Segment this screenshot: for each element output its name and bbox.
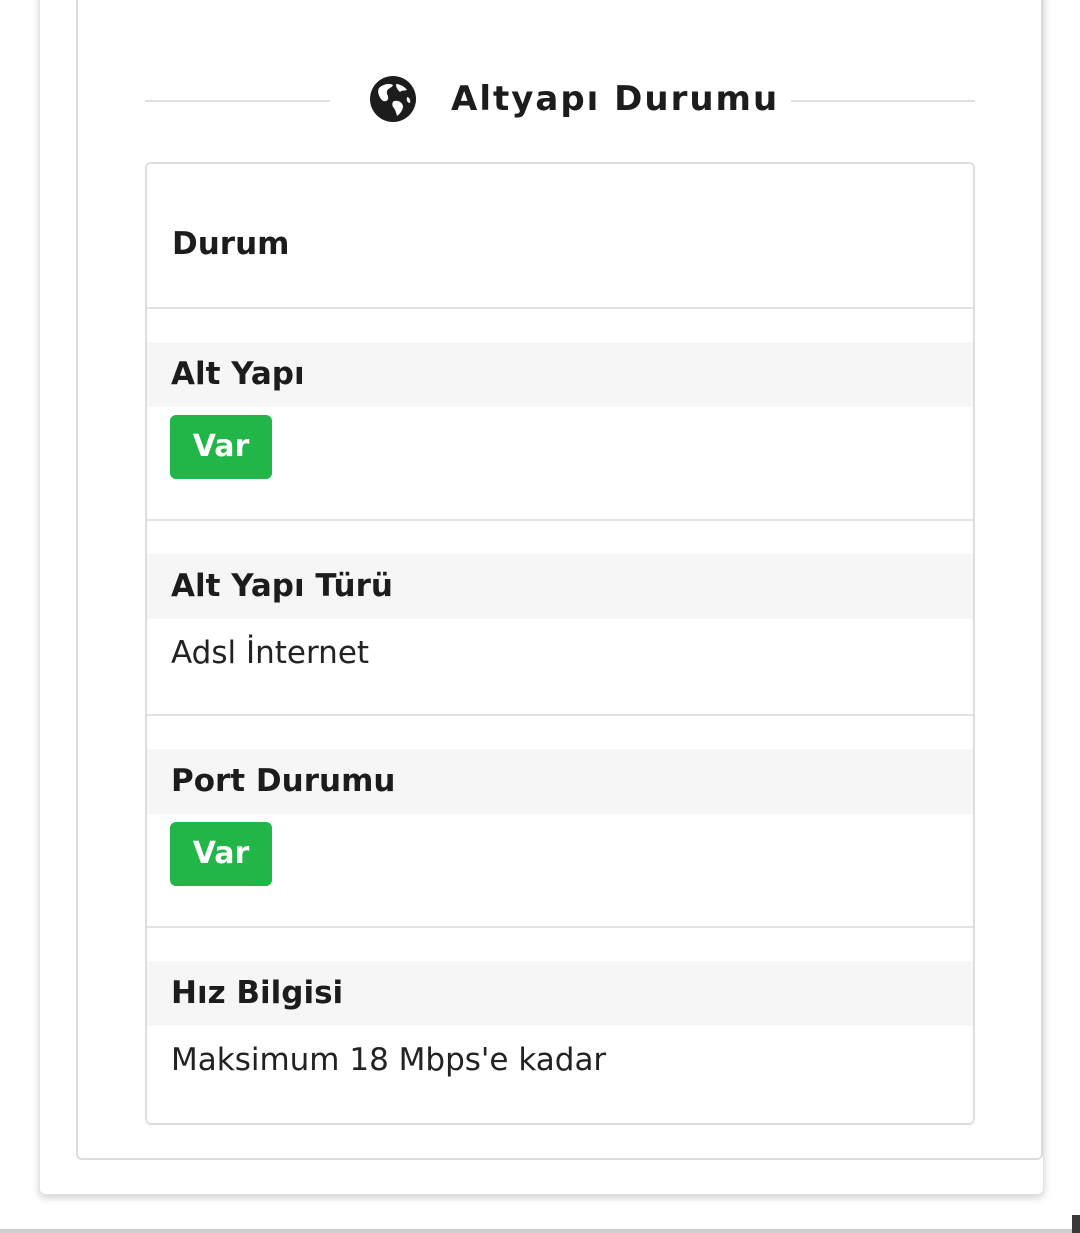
row-label: Hız Bilgisi [147, 961, 973, 1026]
scrollbar-thumb[interactable] [1072, 1215, 1080, 1233]
row-label: Port Durumu [147, 749, 973, 814]
row-label: Alt Yapı Türü [147, 554, 973, 619]
row-value: Maksimum 18 Mbps'e kadar [171, 1042, 607, 1078]
row-alt-yapi-turu: Alt Yapı Türü Adsl İnternet [147, 521, 973, 716]
bottom-border [0, 1229, 1080, 1233]
status-table: Durum Alt Yapı Var Alt Yapı Türü Adsl İn… [145, 162, 975, 1125]
status-badge: Var [170, 822, 272, 886]
section-header: Altyapı Durumu [369, 73, 779, 125]
row-label: Alt Yapı [147, 342, 973, 407]
table-header-label: Durum [172, 226, 290, 262]
title-divider-left [145, 100, 330, 102]
title-divider-right [791, 100, 975, 102]
table-header: Durum [147, 164, 973, 309]
status-badge: Var [170, 415, 272, 479]
section-title: Altyapı Durumu [451, 79, 780, 119]
row-hiz-bilgisi: Hız Bilgisi Maksimum 18 Mbps'e kadar [147, 928, 973, 1123]
globe-icon [370, 76, 416, 122]
row-value: Adsl İnternet [171, 635, 370, 671]
row-port-durumu: Port Durumu Var [147, 716, 973, 928]
row-alt-yapi: Alt Yapı Var [147, 309, 973, 521]
